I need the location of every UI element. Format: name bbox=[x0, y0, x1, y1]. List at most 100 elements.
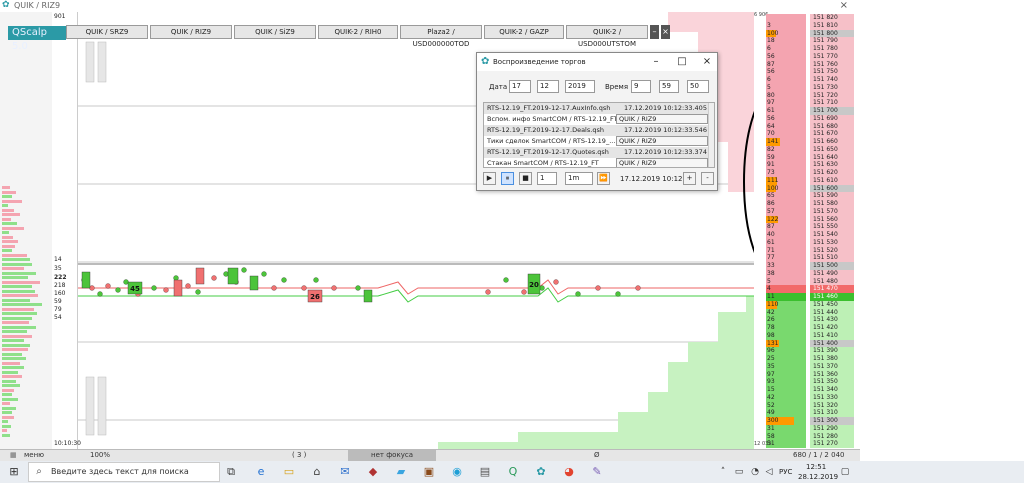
chrome-icon[interactable]: ◕ bbox=[562, 465, 576, 479]
ladder-row[interactable]: 58 151 280 bbox=[754, 432, 854, 441]
ladder-row[interactable]: 86 151 580 bbox=[754, 200, 854, 208]
ladder-row[interactable]: 97 151 360 bbox=[754, 370, 854, 379]
clock-date[interactable]: 28.12.2019 bbox=[798, 473, 838, 481]
ladder-row[interactable]: 122 151 560 bbox=[754, 215, 854, 224]
app-icon-gray[interactable]: ▤ bbox=[478, 465, 492, 479]
store-icon[interactable]: ⌂ bbox=[310, 465, 324, 479]
dialog-close-button[interactable]: × bbox=[700, 55, 714, 69]
ladder-row[interactable]: 80 151 720 bbox=[754, 91, 854, 100]
ladder-row[interactable]: 31 151 290 bbox=[754, 424, 854, 433]
plus-button[interactable]: + bbox=[683, 172, 696, 185]
ladder-row[interactable]: 87 151 760 bbox=[754, 60, 854, 69]
list-scrollbar[interactable] bbox=[708, 103, 714, 167]
ladder-row[interactable]: 110 151 450 bbox=[754, 300, 854, 309]
ladder-row[interactable]: 70 151 670 bbox=[754, 130, 854, 138]
ladder-row[interactable]: 35 151 370 bbox=[754, 362, 854, 371]
file-row[interactable]: RTS-12.19_FT.2019-12-17.AuxInfo.qsh 17.12… bbox=[484, 103, 710, 114]
ladder-row[interactable]: 59 151 640 bbox=[754, 153, 854, 162]
tab-6[interactable]: QUIK-2 / GAZP bbox=[484, 25, 564, 39]
language-indicator[interactable]: РУС bbox=[779, 468, 792, 476]
ladder-row[interactable]: 98 151 410 bbox=[754, 331, 854, 340]
network-icon[interactable]: ◔ bbox=[748, 465, 762, 479]
battery-icon[interactable]: ▭ bbox=[732, 465, 746, 479]
start-icon[interactable]: ⊞ bbox=[7, 465, 21, 479]
play-button[interactable]: ▶ bbox=[483, 172, 496, 185]
ladder-row[interactable]: 61 151 700 bbox=[754, 107, 854, 115]
ladder-row[interactable]: 87 151 550 bbox=[754, 223, 854, 231]
ladder-row[interactable]: 6 151 780 bbox=[754, 45, 854, 53]
interval-select[interactable]: 1m bbox=[565, 172, 593, 185]
ladder-row[interactable]: 26 151 430 bbox=[754, 316, 854, 324]
ladder-row[interactable]: 141 151 660 bbox=[754, 138, 854, 146]
tray-chevron-icon[interactable]: ˄ bbox=[716, 465, 730, 479]
dialog-maximize-button[interactable]: □ bbox=[675, 55, 689, 69]
year-field[interactable]: 2019 bbox=[565, 80, 595, 93]
pause-button[interactable]: ⏸ bbox=[501, 172, 514, 185]
ladder-row[interactable]: 33 151 500 bbox=[754, 262, 854, 270]
clock-time[interactable]: 12:51 bbox=[806, 463, 826, 471]
tab-4[interactable]: QUIK-2 / RIH0 bbox=[318, 25, 398, 39]
source-select[interactable]: QUIK / RIZ9 bbox=[616, 114, 708, 124]
ladder-row[interactable]: 56 151 770 bbox=[754, 52, 854, 61]
app-icon-q[interactable]: Q bbox=[506, 465, 520, 479]
tab-5[interactable]: Plaza2 / USD000000TOD bbox=[400, 25, 482, 48]
minute-field[interactable]: 59 bbox=[659, 80, 679, 93]
ladder-row[interactable]: 25 151 380 bbox=[754, 355, 854, 363]
ladder-row[interactable]: 82 151 650 bbox=[754, 145, 854, 154]
ladder-row[interactable]: 40 151 540 bbox=[754, 231, 854, 239]
ladder-row[interactable]: 77 151 510 bbox=[754, 254, 854, 262]
qscalp-taskbar-icon[interactable]: ✿ bbox=[534, 465, 548, 479]
volume-icon[interactable]: ◁ bbox=[762, 465, 776, 479]
ladder-row[interactable]: 65 151 590 bbox=[754, 192, 854, 200]
hour-field[interactable]: 9 bbox=[631, 80, 651, 93]
ladder-row[interactable]: 49 151 310 bbox=[754, 409, 854, 417]
ladder-row[interactable]: 111 151 610 bbox=[754, 176, 854, 185]
file-row[interactable]: Вспом. инфо SmartCOM / RTS-12.19_FT QUIK … bbox=[484, 114, 710, 125]
ladder-row[interactable]: 57 151 570 bbox=[754, 207, 854, 216]
ladder-row[interactable]: 15 151 340 bbox=[754, 386, 854, 394]
ladder-row[interactable]: 38 151 490 bbox=[754, 269, 854, 278]
ladder-row[interactable]: 5 151 730 bbox=[754, 83, 854, 92]
minimize-tabs-button[interactable]: – bbox=[650, 25, 659, 39]
app-icon-circle[interactable]: ◉ bbox=[450, 465, 464, 479]
fast-forward-button[interactable]: ⏩ bbox=[597, 172, 610, 185]
ladder-row[interactable]: 73 151 620 bbox=[754, 169, 854, 177]
speed-field[interactable]: 1 bbox=[537, 172, 557, 185]
ladder-row[interactable]: 71 151 520 bbox=[754, 246, 854, 255]
ladder-row[interactable]: 52 151 320 bbox=[754, 401, 854, 410]
taskbar-search-input[interactable]: Введите здесь текст для поиска bbox=[28, 462, 220, 482]
minus-button[interactable]: - bbox=[701, 172, 714, 185]
dialog-minimize-button[interactable]: – bbox=[649, 55, 663, 69]
ladder-row[interactable]: 96 151 390 bbox=[754, 347, 854, 355]
tab-3[interactable]: QUIK / SiZ9 bbox=[234, 25, 316, 39]
ladder-row[interactable]: 6 151 740 bbox=[754, 76, 854, 84]
menu-label[interactable]: меню bbox=[24, 451, 44, 459]
ladder-row[interactable]: 97 151 710 bbox=[754, 99, 854, 107]
ladder-row[interactable]: 131 151 400 bbox=[754, 339, 854, 348]
ladder-row[interactable]: 300 151 300 bbox=[754, 417, 854, 425]
task-view-icon[interactable]: ⧉ bbox=[224, 465, 238, 479]
ladder-row[interactable]: 56 151 690 bbox=[754, 114, 854, 123]
ladder-row[interactable]: 91 151 630 bbox=[754, 161, 854, 169]
file-row[interactable]: RTS-12.19_FT.2019-12-17.Deals.qsh 17.12.2… bbox=[484, 125, 710, 136]
month-field[interactable]: 12 bbox=[537, 80, 559, 93]
ladder-row[interactable]: 61 151 530 bbox=[754, 238, 854, 247]
app-icon-tiger[interactable]: ▣ bbox=[422, 465, 436, 479]
tab-1[interactable]: QUIK / SRZ9 bbox=[66, 25, 148, 39]
ladder-row[interactable]: 42 151 440 bbox=[754, 308, 854, 317]
explorer-icon[interactable]: ▭ bbox=[282, 465, 296, 479]
replay-files-list[interactable]: RTS-12.19_FT.2019-12-17.AuxInfo.qsh 17.12… bbox=[483, 102, 715, 168]
ladder-row[interactable]: 151 820 bbox=[754, 14, 854, 22]
source-select[interactable]: QUIK / RIZ9 bbox=[616, 136, 708, 146]
day-field[interactable]: 17 bbox=[509, 80, 531, 93]
app-icon-blue[interactable]: ▰ bbox=[394, 465, 408, 479]
ladder-row[interactable]: 3 151 810 bbox=[754, 21, 854, 30]
source-select[interactable]: QUIK / RIZ9 bbox=[616, 158, 708, 167]
mail-icon[interactable]: ✉ bbox=[338, 465, 352, 479]
app-icon-pen[interactable]: ✎ bbox=[590, 465, 604, 479]
close-tabs-button[interactable]: × bbox=[661, 25, 670, 39]
ladder-row[interactable]: 100 151 800 bbox=[754, 29, 854, 38]
second-field[interactable]: 50 bbox=[687, 80, 709, 93]
ladder-row[interactable]: 93 151 350 bbox=[754, 378, 854, 386]
order-book-ladder[interactable]: 6 906 151 820 3 151 810 100 151 800 18 151 790 6… bbox=[754, 12, 854, 449]
